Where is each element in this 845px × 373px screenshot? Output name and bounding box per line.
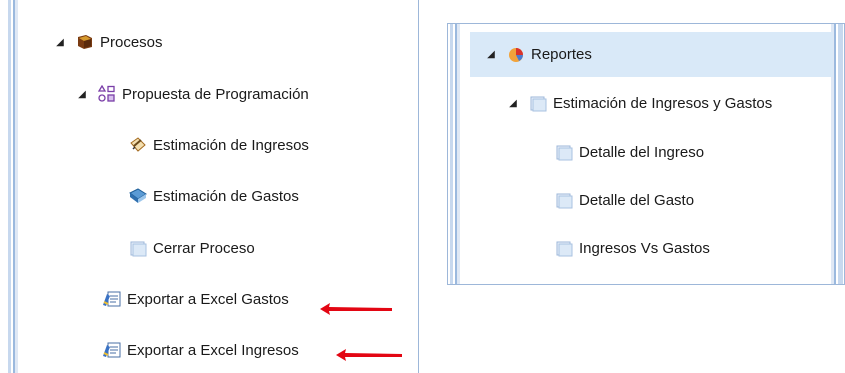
tree-node-ingresos-vs-gastos[interactable]: Ingresos Vs Gastos [554,236,710,260]
tree-node-propuesta[interactable]: ◢ Propuesta de Programación [75,82,309,106]
chart-icon [506,44,526,64]
panel-splitter[interactable] [8,0,18,373]
report-edit-icon [102,340,122,360]
tree-node-estimacion-ingresos[interactable]: Estimación de Ingresos [128,133,309,157]
panel-splitter[interactable] [450,24,460,284]
blue-book-icon [128,186,148,206]
tree-node-label: Estimación de Ingresos y Gastos [553,94,773,112]
tree-node-exportar-gastos[interactable]: Exportar a Excel Gastos [102,287,289,311]
tree-node-label: Detalle del Gasto [579,191,695,209]
page-icon [128,238,148,258]
tree-node-label: Detalle del Ingreso [579,143,705,161]
page-icon [528,93,548,113]
tree-node-label: Ingresos Vs Gastos [579,239,710,257]
tree-node-reportes[interactable]: ◢ Reportes [484,42,592,66]
tree-node-label: Cerrar Proceso [153,239,255,257]
tree-node-cerrar-proceso[interactable]: Cerrar Proceso [128,236,255,260]
collapse-toggle-icon[interactable]: ◢ [506,98,520,109]
tree-node-label: Propuesta de Programación [122,85,309,103]
tree-node-exportar-ingresos[interactable]: Exportar a Excel Ingresos [102,338,299,362]
collapse-toggle-icon[interactable]: ◢ [53,37,67,48]
tree-node-label: Exportar a Excel Gastos [127,290,289,308]
tree-node-estimacion-ingresos-gastos[interactable]: ◢ Estimación de Ingresos y Gastos [506,91,772,115]
procesos-tree-panel: ◢ Procesos ◢ Propuesta de Programación E… [8,0,419,373]
tree-node-estimacion-gastos[interactable]: Estimación de Gastos [128,184,299,208]
reportes-tree-panel: ◢ Reportes ◢ Estimación de Ingresos y Ga… [447,23,845,285]
annotation-arrow-icon [336,349,402,361]
tree-node-label: Exportar a Excel Ingresos [127,341,299,359]
book-icon [75,32,95,52]
annotation-arrow-icon [320,303,392,315]
tree-node-detalle-gasto[interactable]: Detalle del Gasto [554,188,694,212]
tree-node-procesos[interactable]: ◢ Procesos [53,30,163,54]
pencil-document-icon [128,135,148,155]
shapes-icon [97,84,117,104]
collapse-toggle-icon[interactable]: ◢ [75,89,89,100]
tree-node-detalle-ingreso[interactable]: Detalle del Ingreso [554,140,704,164]
tree-node-label: Estimación de Ingresos [153,136,309,154]
tree-node-label: Procesos [100,33,163,51]
tree-node-label: Reportes [531,45,592,63]
page-icon [554,238,574,258]
collapse-toggle-icon[interactable]: ◢ [484,49,498,60]
tree-node-label: Estimación de Gastos [153,187,299,205]
page-icon [554,190,574,210]
report-edit-icon [102,289,122,309]
page-icon [554,142,574,162]
